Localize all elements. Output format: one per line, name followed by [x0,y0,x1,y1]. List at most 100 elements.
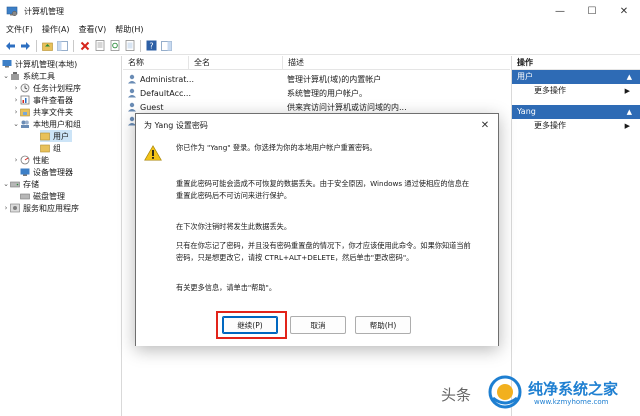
warning-icon [144,145,162,161]
dialog-message-help: 有关更多信息，请单击"帮助"。 [176,283,277,292]
tree-item-label: 存储 [23,179,39,189]
tree-item-groups[interactable]: 组 [40,142,61,154]
column-header-description[interactable]: 描述 [283,56,510,70]
action-pane: 操作 用户 ▲ 更多操作 ▶ Yang ▲ 更多操作 ▶ [511,56,640,416]
collapse-icon[interactable]: ⌄ [2,72,10,80]
minimize-button[interactable]: — [544,0,576,22]
computer-management-icon [2,60,12,68]
services-icon [10,203,20,213]
delete-icon[interactable] [78,39,91,52]
svg-text:?: ? [149,42,153,51]
user-name: Administrat... [140,74,194,84]
action-section-label: 用户 [517,72,533,81]
action-section-yang[interactable]: Yang ▲ [512,105,640,119]
user-icon [128,88,136,98]
expand-icon[interactable]: › [12,156,20,164]
dialog-title: 为 Yang 设置密码 [144,120,208,130]
tree-item-disk-management[interactable]: 磁盘管理 [20,190,65,202]
table-row[interactable]: Administrat... 管理计算机(域)的内置帐户 [123,72,381,86]
user-icon [128,74,136,84]
watermark-prefix: 头条 [441,386,472,404]
tree-item-root[interactable]: 计算机管理(本地) [2,58,77,70]
back-icon[interactable] [4,39,17,52]
collapse-up-icon[interactable]: ▲ [627,70,632,84]
watermark-logo-icon [488,375,522,409]
action-section-users[interactable]: 用户 ▲ [512,70,640,84]
event-viewer-icon [20,95,30,105]
console-tree: 计算机管理(本地) ⌄ 系统工具 › 任务计划程序 › 事件查看器 › 共享文件… [0,56,122,416]
menu-action[interactable]: 操作(A) [42,24,70,35]
tree-item-label: 服务和应用程序 [23,203,79,213]
maximize-button[interactable]: ☐ [576,0,608,22]
expand-icon[interactable]: › [2,204,10,212]
watermark-brand: 纯净系统之家 [528,380,619,398]
shared-folder-icon [20,108,30,117]
action-section-label: Yang [517,107,536,116]
tree-item-label: 设备管理器 [33,167,73,177]
user-icon [128,102,136,112]
user-description: 管理计算机(域)的内置帐户 [287,74,382,84]
tree-item-performance[interactable]: › 性能 [12,154,49,166]
dialog-message-instruction-1: 只有在你忘记了密码，并且没有密码重置盘的情况下，你才应该使用此命令。如果你知道当… [176,241,471,250]
column-header-name[interactable]: 名称 [123,55,189,70]
dialog-body: 你已作为 "Yang" 登录。你选择为你的本地用户帐户重置密码。 重置此密码可能… [136,136,498,346]
tree-item-storage[interactable]: ⌄ 存储 [2,178,39,190]
column-header-fullname[interactable]: 全名 [189,55,283,70]
collapse-icon[interactable]: ⌄ [2,180,10,188]
forward-icon[interactable] [19,39,32,52]
tree-item-services-apps[interactable]: › 服务和应用程序 [2,202,79,214]
collapse-icon[interactable]: ⌄ [12,120,20,128]
dialog-title-bar: 为 Yang 设置密码 ✕ [136,114,498,136]
tree-item-system-tools[interactable]: ⌄ 系统工具 [2,70,55,82]
tree-item-shared-folders[interactable]: › 共享文件夹 [12,106,73,118]
tree-item-label: 组 [53,143,61,153]
toolbar-separator [73,39,74,52]
dialog-message-warning-1: 重置此密码可能会造成不可恢复的数据丢失。由于安全原因，Windows 通过使相应… [176,179,470,188]
tools-icon [11,72,19,80]
cancel-button[interactable]: 取消 [290,316,346,334]
menu-help[interactable]: 帮助(H) [115,24,143,35]
menu-file[interactable]: 文件(F) [6,24,33,35]
expand-icon[interactable]: › [12,108,20,116]
user-name: Guest [140,102,164,112]
tree-item-task-scheduler[interactable]: › 任务计划程序 [12,82,81,94]
tree-item-label: 任务计划程序 [33,83,81,93]
device-manager-icon [20,168,30,176]
properties-icon[interactable] [93,39,106,52]
tree-item-device-manager[interactable]: 设备管理器 [20,166,73,178]
action-more-actions[interactable]: 更多操作 ▶ [512,119,640,133]
menu-view[interactable]: 查看(V) [79,24,107,35]
dialog-message-data-loss: 在下次你注销时将发生此数据丢失。 [176,222,292,231]
dialog-close-button[interactable]: ✕ [478,118,492,132]
help-button[interactable]: 帮助(H) [355,316,411,334]
expand-icon[interactable]: › [12,96,20,104]
action-item-label: 更多操作 [534,121,566,130]
set-password-dialog: 为 Yang 设置密码 ✕ 你已作为 "Yang" 登录。你选择为你的本地用户帐… [135,113,499,346]
show-tree-icon[interactable] [56,39,69,52]
table-row[interactable]: DefaultAcc... 系统管理的用户帐户。 [123,86,367,100]
users-group-icon [21,120,29,128]
computer-management-icon [6,6,18,17]
show-action-pane-icon[interactable] [160,39,173,52]
dialog-message-instruction-2: 密码，只是想更改它，请按 CTRL+ALT+DELETE，然后单击"更改密码"。 [176,253,414,262]
export-list-icon[interactable] [123,39,136,52]
title-bar: 计算机管理 — ☐ ✕ [0,0,640,22]
disk-icon [20,193,30,200]
table-row[interactable]: Guest 供来宾访问计算机或访问域的内... [123,100,407,114]
tree-item-label: 共享文件夹 [33,107,73,117]
tree-item-users[interactable]: 用户 [40,130,72,142]
toolbar-separator [36,39,37,52]
tree-item-label: 磁盘管理 [33,191,65,201]
tree-item-local-users-groups[interactable]: ⌄ 本地用户和组 [12,118,81,130]
action-more-actions[interactable]: 更多操作 ▶ [512,84,640,98]
collapse-up-icon[interactable]: ▲ [627,105,632,119]
refresh-icon[interactable] [108,39,121,52]
watermark-url: www.kzmyhome.com [534,398,609,406]
expand-icon[interactable]: › [12,84,20,92]
help-icon[interactable]: ? [145,39,158,52]
tree-item-event-viewer[interactable]: › 事件查看器 [12,94,73,106]
user-description: 供来宾访问计算机或访问域的内... [287,102,407,112]
close-button[interactable]: ✕ [608,0,640,22]
up-folder-icon[interactable] [41,39,54,52]
toolbar: ? [0,37,640,55]
